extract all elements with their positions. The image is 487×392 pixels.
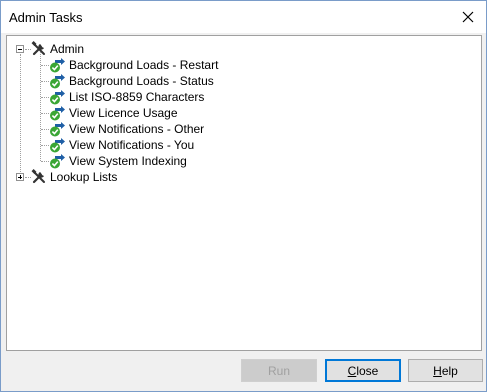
lookup-lists-expand-toggle[interactable] xyxy=(16,173,24,181)
tree-node-label: View Notifications - Other xyxy=(69,122,205,136)
run-task-icon xyxy=(50,90,65,105)
help-button-label: Help xyxy=(433,363,458,378)
tree-line xyxy=(41,129,49,130)
tree-line xyxy=(41,113,49,114)
dialog-title: Admin Tasks xyxy=(9,10,83,25)
run-task-icon xyxy=(50,138,65,153)
admin-collapse-toggle[interactable] xyxy=(16,45,24,53)
close-button-label: Close xyxy=(347,363,379,378)
run-task-icon xyxy=(50,106,65,121)
tree-node-label: Background Loads - Status xyxy=(69,74,214,88)
run-task-icon xyxy=(50,154,65,169)
run-button[interactable]: Run xyxy=(241,359,317,382)
close-window-button[interactable] xyxy=(456,5,480,29)
title-bar: Admin Tasks xyxy=(1,1,486,33)
tree-line xyxy=(41,97,49,98)
tree-node-label: Admin xyxy=(50,42,85,56)
tree-line xyxy=(20,54,21,172)
run-task-icon xyxy=(50,122,65,137)
tree-node-label: Background Loads - Restart xyxy=(69,58,219,72)
tree-line xyxy=(41,161,49,162)
admin-tasks-dialog: Admin Tasks Admin Lookup Lists Backgroun… xyxy=(0,0,487,392)
tree-node-label: View Licence Usage xyxy=(69,106,178,120)
tree-line xyxy=(41,81,49,82)
close-button[interactable]: Close xyxy=(325,359,401,382)
tree-node-label: View Notifications - You xyxy=(69,138,195,152)
task-tree[interactable]: Admin Lookup Lists Background Loads - Re… xyxy=(6,35,482,351)
run-task-icon xyxy=(50,74,65,89)
tree-node-label: View System Indexing xyxy=(69,154,187,168)
tree-line xyxy=(41,145,49,146)
run-button-label: Run xyxy=(267,363,290,378)
tree-node-label: List ISO-8859 Characters xyxy=(69,90,205,104)
tools-icon xyxy=(31,41,45,56)
help-button[interactable]: Help xyxy=(408,359,483,382)
tree-line xyxy=(41,65,49,66)
tree-node-label: Lookup Lists xyxy=(50,170,118,184)
tools-icon xyxy=(31,169,45,184)
run-task-icon xyxy=(50,58,65,73)
close-icon xyxy=(462,11,474,23)
